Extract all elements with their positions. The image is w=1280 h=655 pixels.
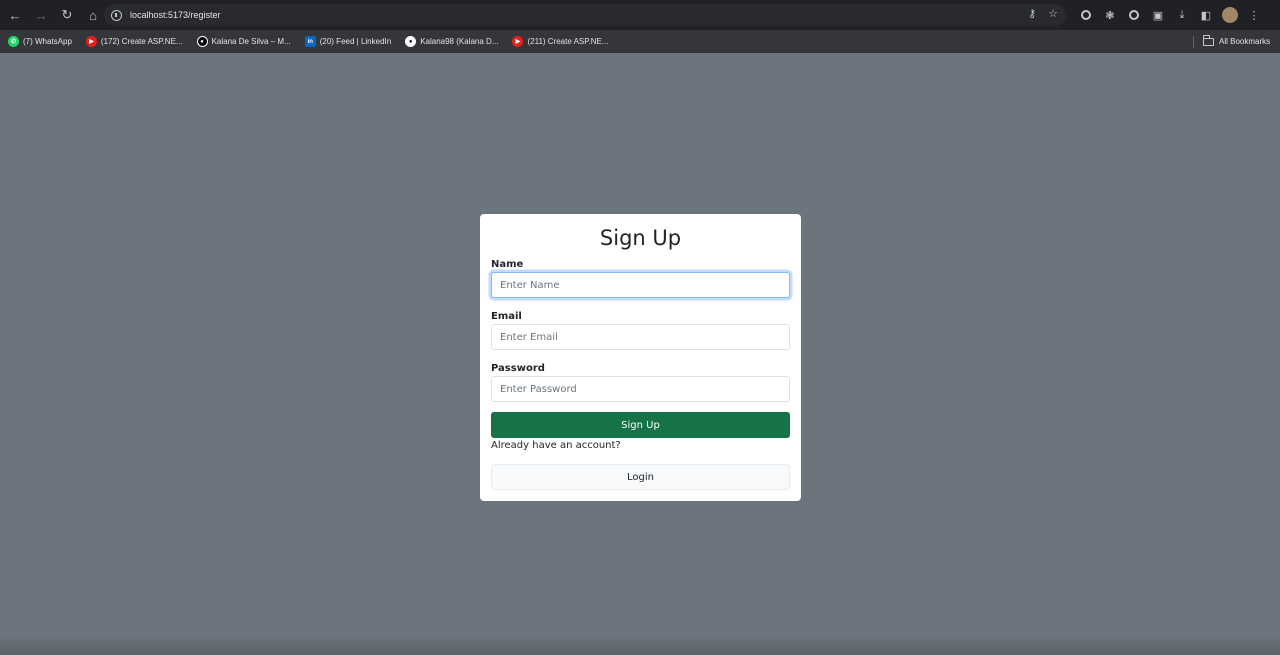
account-prompt: Already have an account? <box>491 440 621 451</box>
extension-record-icon[interactable] <box>1078 3 1094 27</box>
page-bottom-shade <box>0 635 1280 655</box>
bookmark-item[interactable]: ▶ (211) Create ASP.NE... <box>504 30 614 53</box>
bookmark-item[interactable]: ● Kalana De Silva – M... <box>189 30 297 53</box>
email-input[interactable] <box>491 324 790 350</box>
bookmarks-divider <box>1193 36 1194 48</box>
all-bookmarks-label: All Bookmarks <box>1219 37 1271 46</box>
youtube-icon: ▶ <box>512 36 524 47</box>
email-label: Email <box>491 311 522 322</box>
avatar[interactable] <box>1222 3 1238 27</box>
reload-icon[interactable]: ↻ <box>55 3 79 27</box>
bookmark-item[interactable]: ▶ (172) Create ASP.NE... <box>78 30 189 53</box>
home-icon[interactable]: ⌂ <box>81 3 105 27</box>
linkedin-icon: in <box>304 36 316 47</box>
password-input[interactable] <box>491 376 790 402</box>
key-icon[interactable]: ⚷ <box>1028 7 1036 20</box>
folder-icon <box>1202 34 1214 46</box>
name-label: Name <box>491 259 524 270</box>
name-input[interactable] <box>491 272 790 298</box>
menu-icon[interactable]: ⋮ <box>1246 3 1262 27</box>
sign-up-button[interactable]: Sign Up <box>491 412 790 438</box>
site-info-icon[interactable] <box>108 7 124 23</box>
url-text[interactable]: localhost:5173/register <box>130 10 221 20</box>
bookmark-label: Kalana De Silva – M... <box>211 37 291 46</box>
bookmark-star-icon[interactable]: ☆ <box>1048 7 1058 20</box>
browser-toolbar: ← → ↻ ⌂ localhost:5173/register ⚷ ☆ ❃ ▣ … <box>0 0 1280 30</box>
address-bar[interactable]: localhost:5173/register ⚷ ☆ <box>104 4 1066 26</box>
medium-icon: ● <box>196 36 208 47</box>
extension-grammarly-icon[interactable] <box>1126 3 1142 27</box>
page-title: Sign Up <box>599 226 682 250</box>
bookmark-label: Kalana98 (Kalana D... <box>420 37 499 46</box>
login-button[interactable]: Login <box>491 464 790 490</box>
github-icon: ● <box>405 36 417 47</box>
bookmark-label: (172) Create ASP.NE... <box>100 37 183 46</box>
back-icon[interactable]: ← <box>3 3 27 27</box>
bookmark-item[interactable]: in (20) Feed | LinkedIn <box>297 30 397 53</box>
forward-icon[interactable]: → <box>29 3 53 27</box>
signup-card: Sign Up Name Email Password Sign Up Alre… <box>480 214 801 501</box>
side-panel-icon[interactable]: ◧ <box>1198 3 1214 27</box>
bookmark-label: (20) Feed | LinkedIn <box>319 37 392 46</box>
download-icon[interactable]: ⤓ <box>1174 3 1190 27</box>
bookmark-label: (211) Create ASP.NE... <box>527 37 609 46</box>
bookmark-item[interactable]: ● Kalana98 (Kalana D... <box>397 30 504 53</box>
extensions-puzzle-icon[interactable]: ▣ <box>1150 3 1166 27</box>
bookmarks-bar: ✆ (7) WhatsApp ▶ (172) Create ASP.NE... … <box>0 30 1280 53</box>
bookmark-label: (7) WhatsApp <box>23 37 72 46</box>
bookmark-item[interactable]: ✆ (7) WhatsApp <box>0 30 78 53</box>
all-bookmarks-button[interactable]: All Bookmarks <box>1202 30 1271 53</box>
password-label: Password <box>491 363 545 374</box>
whatsapp-icon: ✆ <box>8 36 19 47</box>
youtube-icon: ▶ <box>85 36 97 47</box>
extension-react-icon[interactable]: ❃ <box>1102 3 1118 27</box>
